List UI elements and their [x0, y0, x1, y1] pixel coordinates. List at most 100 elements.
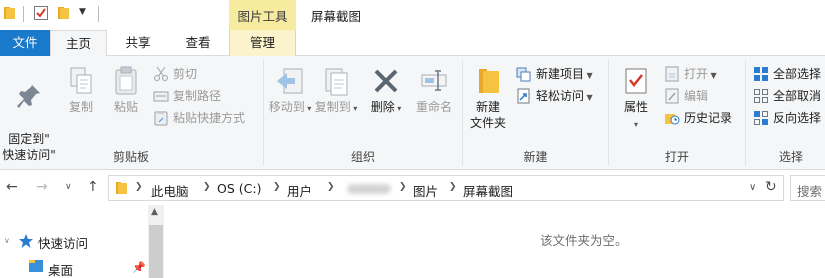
properties-icon[interactable] [33, 5, 49, 24]
move-to-button[interactable]: 移动到 ▾ [268, 66, 312, 117]
delete-button[interactable]: 删除 ▾ [366, 66, 406, 117]
breadcrumb-chevron-icon[interactable]: ❯ [399, 182, 407, 192]
edit-icon [665, 88, 679, 104]
easy-access-text: 轻松访问 [536, 89, 585, 103]
tab-manage[interactable]: 管理 [229, 30, 296, 56]
ribbon-tabs: 文件 主页 共享 查看 管理 [0, 30, 825, 57]
copy-button[interactable]: 复制 [62, 66, 100, 115]
title-bar: ▼ 图片工具 屏幕截图 [0, 0, 825, 30]
pin-icon[interactable]: 📌 [132, 261, 146, 274]
refresh-icon[interactable]: ↻ [765, 179, 777, 195]
delete-x-icon [374, 69, 398, 93]
copy-to-label: 复制到 [314, 100, 351, 114]
copy-path-label: 复制路径 [173, 89, 222, 103]
new-item-icon [516, 67, 531, 82]
new-folder-label-line2: 文件夹 [469, 116, 506, 130]
rename-button[interactable]: 重命名 [411, 66, 457, 115]
rename-label: 重命名 [415, 100, 452, 114]
picture-tools-label: 图片工具 [237, 9, 288, 24]
breadcrumb-drive[interactable]: OS (C:) [217, 181, 261, 196]
properties-label: 属性 [623, 100, 648, 114]
history-label: 历史记录 [684, 111, 733, 125]
select-all-label: 全部选择 [773, 67, 822, 81]
open-text: 打开 [684, 67, 709, 81]
dropdown-caret-icon: ▼ [584, 93, 593, 102]
properties-check-icon [625, 68, 647, 94]
new-folder-icon[interactable] [57, 5, 71, 24]
ribbon: 固定到" 快速访问" 复制 粘贴 剪切 复制路径 粘贴快捷方式 剪贴板 移动到 … [0, 56, 825, 170]
new-group-label: 新建 [523, 150, 548, 164]
paste-icon [115, 66, 137, 95]
history-icon [665, 114, 680, 125]
breadcrumb-chevron-icon[interactable]: ❯ [449, 182, 457, 192]
navigation-pane: ∨ 快速访问 桌面 📌 [0, 205, 148, 278]
recent-locations-chevron-icon[interactable]: ∨ [65, 182, 72, 192]
tab-home[interactable]: 主页 [50, 30, 107, 57]
file-list-pane[interactable]: 该文件夹为空。 [164, 205, 825, 278]
paste-button[interactable]: 粘贴 [106, 66, 146, 115]
nav-pane-scrollbar[interactable]: ▲ [148, 205, 164, 278]
window-title: 屏幕截图 [311, 9, 362, 24]
address-dropdown-chevron-icon[interactable]: ∨ [749, 182, 756, 193]
breadcrumb-chevron-icon[interactable]: ❯ [273, 182, 281, 192]
navigation-bar: ← → ∨ ↑ ❯ 此电脑 ❯ OS (C:) ❯ 用户 ❯ ❯ 图片 ❯ 屏幕… [0, 170, 825, 205]
expand-chevron-icon[interactable]: ∨ [4, 236, 10, 245]
edit-label: 编辑 [684, 89, 709, 103]
folder-icon [115, 180, 129, 199]
paste-label: 粘贴 [113, 100, 138, 114]
copy-to-button[interactable]: 复制到 ▾ [314, 66, 358, 117]
breadcrumb-username-redacted[interactable] [347, 184, 391, 194]
back-arrow-icon[interactable]: ← [6, 179, 18, 195]
tab-share[interactable]: 共享 [112, 30, 164, 56]
easy-access-label: 轻松访问 ▼ [536, 86, 593, 108]
easy-access-icon [517, 88, 530, 104]
customize-toolbar-icon[interactable]: ▼ [79, 7, 86, 17]
new-item-label: 新建项目 ▼ [536, 64, 593, 86]
invert-selection-icon [754, 111, 768, 125]
breadcrumb-chevron-icon[interactable]: ❯ [203, 182, 211, 192]
search-box[interactable]: 搜索 [790, 175, 825, 201]
breadcrumb-pictures[interactable]: 图片 [413, 181, 438, 200]
move-to-icon [277, 68, 303, 94]
new-item-text: 新建项目 [536, 67, 585, 81]
forward-arrow-icon[interactable]: → [36, 179, 48, 195]
copy-path-icon [153, 91, 169, 102]
up-arrow-icon[interactable]: ↑ [87, 179, 99, 195]
breadcrumb-chevron-icon[interactable]: ❯ [135, 182, 143, 192]
new-folder-button[interactable]: 新建 文件夹 [466, 66, 510, 131]
folder-icon[interactable] [3, 5, 17, 24]
delete-label: 删除 [370, 100, 395, 114]
dropdown-caret-icon: ▾ [394, 104, 402, 113]
divider [23, 6, 24, 22]
star-icon [18, 233, 34, 252]
new-folder-icon [479, 69, 499, 93]
breadcrumb-screenshots[interactable]: 屏幕截图 [463, 181, 513, 200]
divider [98, 6, 99, 22]
scroll-up-icon[interactable]: ▲ [151, 207, 158, 217]
dropdown-caret-icon: ▾ [304, 104, 312, 113]
cut-label: 剪切 [173, 67, 198, 81]
move-to-label: 移动到 [268, 100, 305, 114]
tab-view[interactable]: 查看 [170, 30, 226, 56]
scrollbar-thumb[interactable] [149, 225, 163, 278]
select-none-icon [754, 89, 768, 103]
nav-item-quick-access[interactable]: 快速访问 [38, 233, 88, 252]
open-icon [665, 66, 679, 82]
invert-selection-label: 反向选择 [773, 111, 822, 125]
address-bar[interactable]: ❯ 此电脑 ❯ OS (C:) ❯ 用户 ❯ ❯ 图片 ❯ 屏幕截图 ∨ ↻ [108, 175, 784, 201]
select-group-label: 选择 [778, 150, 803, 164]
nav-item-desktop[interactable]: 桌面 [48, 260, 73, 278]
search-placeholder: 搜索 [797, 184, 823, 199]
picture-tools-context: 图片工具 [229, 0, 296, 30]
copy-to-icon [325, 68, 348, 96]
properties-button[interactable]: 属性 ▾ [614, 66, 658, 133]
paste-shortcut-icon [154, 111, 168, 126]
breadcrumb-chevron-icon[interactable]: ❯ [327, 182, 335, 192]
scissors-icon [154, 66, 168, 81]
breadcrumb-users[interactable]: 用户 [287, 181, 312, 200]
tab-file[interactable]: 文件 [0, 30, 50, 56]
open-label: 打开 ▼ [684, 64, 717, 86]
breadcrumb-this-pc[interactable]: 此电脑 [151, 181, 189, 200]
open-group-label: 打开 [664, 150, 689, 164]
copy-icon [70, 67, 92, 94]
